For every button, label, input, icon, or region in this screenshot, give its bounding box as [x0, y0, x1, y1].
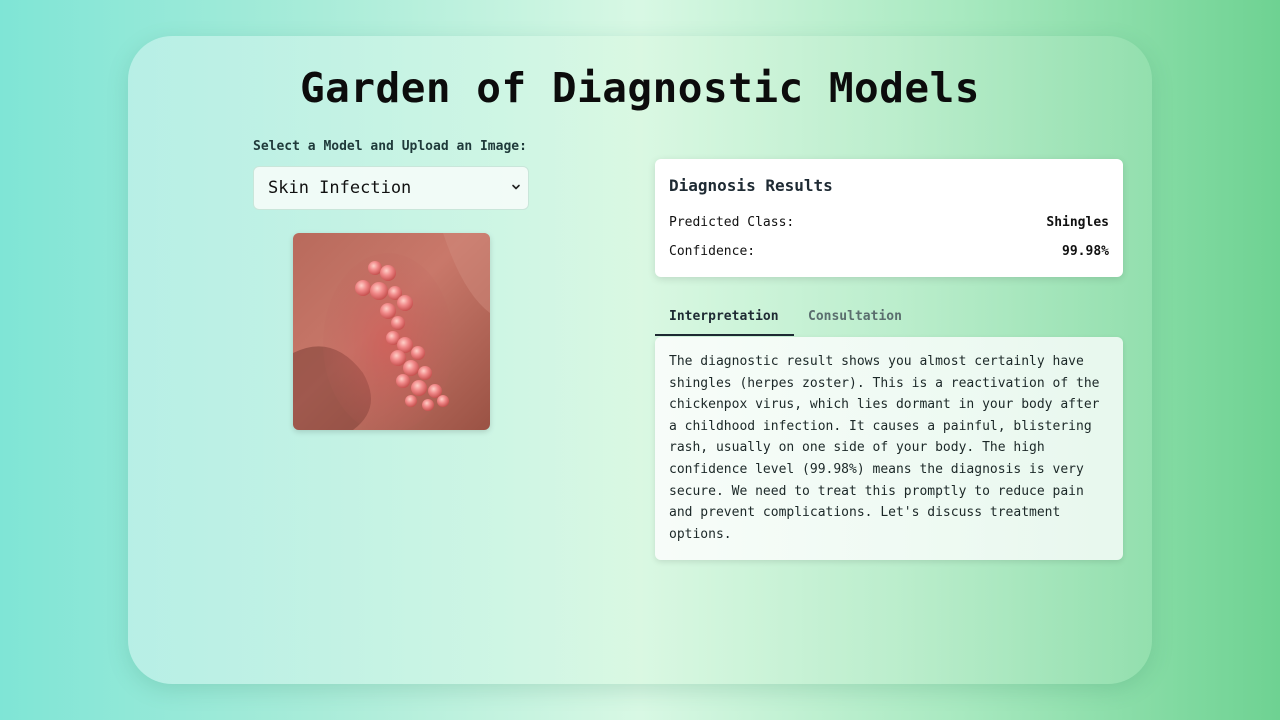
confidence-value: 99.98%	[1062, 244, 1109, 259]
results-title: Diagnosis Results	[669, 176, 833, 195]
page-title: Garden of Diagnostic Models	[300, 64, 980, 112]
confidence-label: Confidence:	[669, 244, 756, 259]
result-tabs: Interpretation Consultation	[655, 300, 1123, 336]
main-card: Garden of Diagnostic Models Select a Mod…	[128, 36, 1152, 684]
model-select[interactable]: Skin Infection	[253, 166, 529, 210]
skin-lesion-image	[293, 233, 490, 430]
interpretation-text: The diagnostic result shows you almost c…	[669, 354, 1100, 542]
tab-interpretation[interactable]: Interpretation	[655, 300, 794, 336]
model-select-label: Select a Model and Upload an Image:	[253, 139, 527, 154]
interpretation-panel: The diagnostic result shows you almost c…	[655, 337, 1123, 560]
chevron-down-icon	[512, 184, 520, 190]
predicted-class-label: Predicted Class:	[669, 215, 795, 230]
uploaded-image-preview	[293, 233, 490, 430]
predicted-class-value: Shingles	[1046, 215, 1109, 230]
diagnosis-results-panel: Diagnosis Results Predicted Class: Shing…	[655, 159, 1123, 277]
tab-consultation[interactable]: Consultation	[808, 300, 902, 336]
model-select-value: Skin Infection	[268, 178, 412, 198]
